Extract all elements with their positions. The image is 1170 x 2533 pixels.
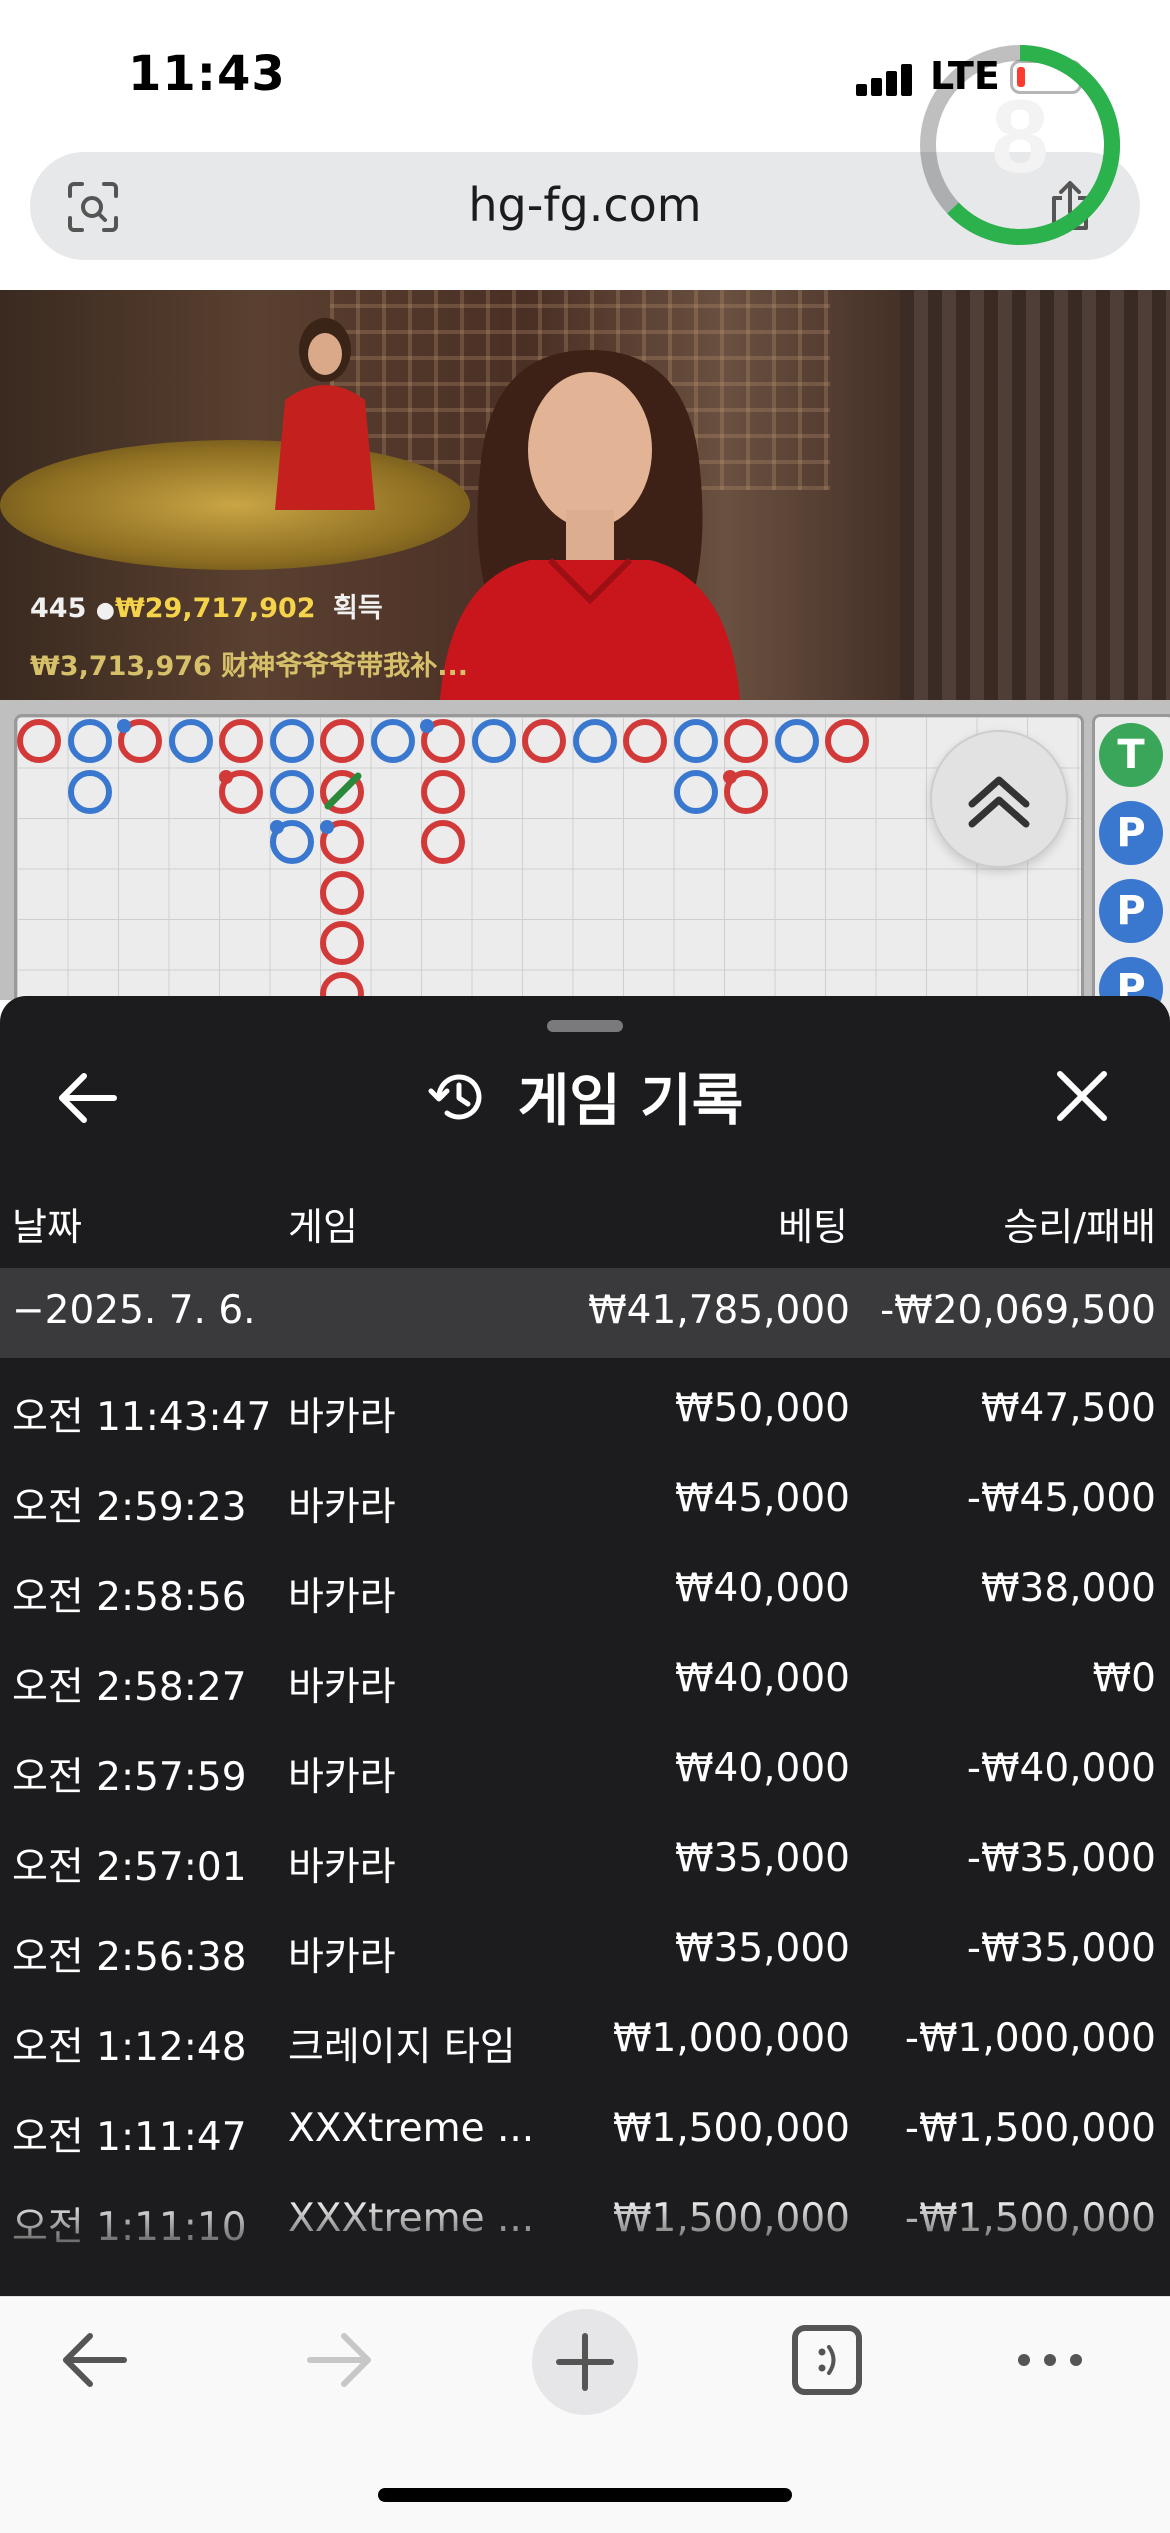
background-dealer: [275, 318, 375, 510]
video-stats: 445 ●₩29,717,902 획득: [30, 586, 383, 625]
close-icon[interactable]: [1052, 1066, 1112, 1126]
row-bet: ₩45,000: [674, 1476, 850, 1521]
row-time: 오전 2:57:59: [12, 1755, 247, 1800]
date-group-bet: ₩41,785,000: [588, 1288, 850, 1333]
history-row[interactable]: 오전 11:43:47 바카라 ₩50,000 ₩47,500: [0, 1362, 1170, 1452]
row-bet: ₩40,000: [674, 1746, 850, 1791]
row-winloss: -₩1,000,000: [904, 2016, 1156, 2061]
history-row[interactable]: 오전 1:12:48 크레이지 타임 ₩1,000,000 -₩1,000,000: [0, 1992, 1170, 2082]
forward-arrow-icon[interactable]: [302, 2323, 376, 2397]
history-row[interactable]: 오전 2:59:23 바카라 ₩45,000 -₩45,000: [0, 1452, 1170, 1542]
row-winloss: -₩1,500,000: [904, 2106, 1156, 2151]
chevron-up-icon: [968, 776, 1030, 828]
status-time: 11:43: [128, 46, 286, 102]
person-icon: ●: [95, 598, 115, 623]
row-bet: ₩35,000: [674, 1926, 850, 1971]
history-row[interactable]: 오전 2:57:59 바카라 ₩40,000 -₩40,000: [0, 1722, 1170, 1812]
live-video[interactable]: 445 ●₩29,717,902 획득 ₩3,713,976 财神爷爷爷带我补.…: [0, 290, 1170, 700]
win-label: 획득: [332, 593, 383, 624]
row-time: 오전 1:11:47: [12, 2115, 247, 2160]
sheet-grabber[interactable]: [547, 1020, 623, 1032]
row-time: 오전 2:56:38: [12, 1935, 247, 1980]
row-game: XXXtreme ...: [288, 2196, 535, 2241]
row-game: 바카라: [288, 1665, 396, 1710]
bead-road-marks: [17, 719, 869, 1014]
history-row[interactable]: 오전 1:11:10 XXXtreme ... ₩1,500,000 -₩1,500,…: [0, 2172, 1170, 2262]
collapse-button[interactable]: [930, 730, 1068, 868]
countdown-number: 8: [991, 79, 1049, 195]
row-game: 크레이지 타임: [288, 2025, 516, 2070]
sheet-title: 게임 기록: [517, 1069, 744, 1134]
tabs-icon[interactable]: [790, 2323, 864, 2397]
plus-icon: [556, 2333, 614, 2391]
player-marker: P: [1099, 879, 1163, 943]
column-header-game: 게임: [288, 1205, 358, 1249]
more-icon[interactable]: [1010, 2323, 1090, 2397]
row-winloss: -₩45,000: [966, 1476, 1156, 1521]
row-time: 오전 2:57:01: [12, 1845, 247, 1890]
row-bet: ₩1,500,000: [612, 2106, 850, 2151]
signal-icon: [856, 62, 916, 96]
row-bet: ₩1,000,000: [612, 2016, 850, 2061]
row-time: 오전 1:11:10: [12, 2205, 247, 2250]
date-group-date: −2025. 7. 6.: [12, 1288, 256, 1333]
tie-marker: T: [1099, 723, 1163, 787]
sheet-header: 게임 기록: [0, 1056, 1170, 1137]
column-header-winloss: 승리/패배: [1003, 1205, 1156, 1249]
row-time: 오전 11:43:47: [12, 1395, 272, 1440]
column-header-bet: 베팅: [778, 1205, 848, 1249]
row-time: 오전 2:59:23: [12, 1485, 247, 1530]
row-game: 바카라: [288, 1395, 396, 1440]
row-game: 바카라: [288, 1575, 396, 1620]
home-indicator: [378, 2488, 792, 2502]
back-arrow-icon[interactable]: [58, 2323, 132, 2397]
column-header-date: 날짜: [12, 1205, 82, 1249]
video-table: [0, 440, 470, 570]
row-time: 오전 2:58:27: [12, 1665, 247, 1710]
row-time: 오전 2:58:56: [12, 1575, 247, 1620]
row-bet: ₩40,000: [674, 1656, 850, 1701]
history-row[interactable]: 오전 1:11:47 XXXtreme ... ₩1,500,000 -₩1,500,…: [0, 2082, 1170, 2172]
history-icon: [428, 1074, 482, 1119]
bead-road-side: T P P P: [1092, 714, 1170, 1020]
video-curtain: [900, 290, 1170, 700]
date-group-row[interactable]: −2025. 7. 6. ₩41,785,000 -₩20,069,500: [0, 1268, 1170, 1358]
row-winloss: -₩35,000: [966, 1836, 1156, 1881]
row-winloss: -₩40,000: [966, 1746, 1156, 1791]
history-row[interactable]: 오전 2:58:27 바카라 ₩40,000 ₩0: [0, 1632, 1170, 1722]
row-winloss: ₩47,500: [980, 1386, 1156, 1431]
row-game: 바카라: [288, 1935, 396, 1980]
row-bet: ₩35,000: [674, 1836, 850, 1881]
row-game: XXXtreme ...: [288, 2106, 535, 2151]
row-winloss: -₩35,000: [966, 1926, 1156, 1971]
date-group-winloss: -₩20,069,500: [880, 1288, 1156, 1333]
win-ticker: ₩3,713,976 财神爷爷爷带我补...: [30, 651, 468, 682]
row-time: 오전 1:12:48: [12, 2025, 247, 2070]
row-game: 바카라: [288, 1755, 396, 1800]
row-winloss: ₩0: [1092, 1656, 1156, 1701]
row-game: 바카라: [288, 1485, 396, 1530]
history-row[interactable]: 오전 2:58:56 바카라 ₩40,000 ₩38,000: [0, 1542, 1170, 1632]
new-tab-button[interactable]: [532, 2309, 638, 2415]
total-win: ₩29,717,902: [114, 593, 316, 624]
row-bet: ₩1,500,000: [612, 2196, 850, 2241]
row-winloss: ₩38,000: [980, 1566, 1156, 1611]
player-marker: P: [1099, 801, 1163, 865]
player-count: 445: [30, 593, 87, 624]
game-history-sheet: 게임 기록 날짜 게임 베팅 승리/패배 −2025. 7. 6. ₩41,78…: [0, 996, 1170, 2296]
row-bet: ₩40,000: [674, 1566, 850, 1611]
row-bet: ₩50,000: [674, 1386, 850, 1431]
history-row[interactable]: 오전 2:56:38 바카라 ₩35,000 -₩35,000: [0, 1902, 1170, 1992]
row-game: 바카라: [288, 1845, 396, 1890]
history-row[interactable]: 오전 2:57:01 바카라 ₩35,000 -₩35,000: [0, 1812, 1170, 1902]
row-winloss: -₩1,500,000: [904, 2196, 1156, 2241]
history-rows: 오전 11:43:47 바카라 ₩50,000 ₩47,500 오전 2:59:23 바카…: [0, 1362, 1170, 2292]
